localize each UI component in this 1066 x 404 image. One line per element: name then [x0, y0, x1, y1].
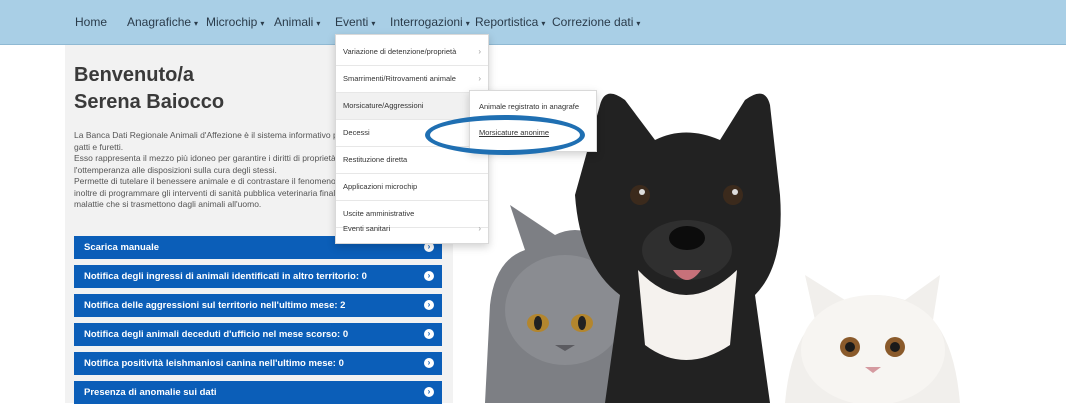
chevron-right-icon: ›: [424, 271, 434, 281]
nav-correzione-dati-label: Correzione dati: [552, 15, 634, 29]
nav-animali-label: Animali: [274, 15, 314, 29]
notifica-ingressi-bar[interactable]: Notifica degli ingressi di animali ident…: [74, 265, 442, 288]
top-navbar: Home Anagrafiche ▾ Microchip ▾ Animali ▾ Ev…: [0, 0, 1066, 45]
menu-item-eventi-sanitari[interactable]: Eventi sanitari ›: [336, 217, 488, 241]
submenu-item-animale-registrato[interactable]: Animale registrato in anagrafe: [479, 102, 579, 111]
chevron-right-icon: ›: [478, 224, 481, 233]
menu-item-morsicature[interactable]: Morsicature/Aggressioni: [336, 93, 488, 119]
caret-down-icon: ▾: [316, 19, 321, 28]
welcome-line: Benvenuto/a: [74, 64, 195, 86]
caret-down-icon: ▾: [371, 19, 376, 28]
nav-home[interactable]: Home: [75, 0, 107, 44]
notifica-deceduti-bar[interactable]: Notifica degli animali deceduti d'uffici…: [74, 323, 442, 346]
intro-line: Esso rappresenta il mezzo più idoneo per…: [74, 153, 336, 163]
menu-item-variazione-detenzione[interactable]: Variazione di detenzione/proprietà ›: [336, 39, 488, 65]
user-name: Serena Baiocco: [74, 91, 225, 113]
menu-item-label: Morsicature/Aggressioni: [343, 101, 424, 110]
menu-item-label: Variazione di detenzione/proprietà: [343, 47, 457, 56]
menu-item-smarrimenti[interactable]: Smarrimenti/Ritrovamenti animale ›: [336, 66, 488, 92]
menu-item-label: Smarrimenti/Ritrovamenti animale: [343, 74, 456, 83]
bar-label: Presenza di anomalie sui dati: [84, 387, 217, 398]
bar-label: Notifica delle aggressioni sul territori…: [84, 300, 346, 311]
chevron-right-icon: ›: [424, 358, 434, 368]
nav-home-label: Home: [75, 15, 108, 29]
chevron-right-icon: ›: [478, 74, 481, 83]
chevron-right-icon: ›: [424, 387, 434, 397]
caret-down-icon: ▾: [260, 19, 265, 28]
nav-anagrafiche[interactable]: Anagrafiche ▾: [127, 0, 198, 44]
menu-item-label: Decessi: [343, 128, 370, 137]
nav-reportistica-label: Reportistica: [475, 15, 539, 29]
intro-line: gatti e furetti.: [74, 141, 124, 152]
nav-microchip-label: Microchip: [206, 15, 258, 29]
menu-item-label: Eventi sanitari: [343, 224, 391, 233]
nav-animali[interactable]: Animali ▾: [274, 0, 320, 44]
bar-label: Notifica degli ingressi di animali ident…: [84, 271, 367, 282]
white-kitten-image: [785, 275, 960, 403]
intro-line: malattie che si trasmettono dagli animal…: [74, 199, 262, 209]
nav-correzione-dati[interactable]: Correzione dati ▾: [552, 0, 640, 44]
notifica-leishmaniosi-bar[interactable]: Notifica positività leishmaniosi canina …: [74, 352, 442, 375]
menu-item-label: Applicazioni microchip: [343, 182, 418, 191]
nav-anagrafiche-label: Anagrafiche: [127, 15, 192, 29]
highlight-circle: [425, 115, 585, 155]
chevron-right-icon: ›: [424, 329, 434, 339]
intro-text: La Banca Dati Regionale Animali d'Affezi…: [74, 130, 374, 211]
caret-down-icon: ▾: [465, 19, 470, 28]
notifica-aggressioni-bar[interactable]: Notifica delle aggressioni sul territori…: [74, 294, 442, 317]
nav-interrogazioni-label: Interrogazioni: [390, 15, 463, 29]
chevron-right-icon: ›: [424, 300, 434, 310]
caret-down-icon: ▾: [636, 19, 641, 28]
intro-line: La Banca Dati Regionale Animali d'Affezi…: [74, 130, 338, 140]
intro-line: l'ottemperanza alle disposizioni sulla c…: [74, 164, 277, 175]
caret-down-icon: ▾: [541, 19, 546, 28]
nav-microchip[interactable]: Microchip ▾: [206, 0, 264, 44]
intro-line: inoltre di programmare gli interventi di…: [74, 187, 336, 198]
bar-label: Notifica degli animali deceduti d'uffici…: [84, 329, 349, 340]
menu-item-label: Restituzione diretta: [343, 155, 408, 164]
welcome-heading: Benvenuto/a Serena Baiocco: [74, 62, 224, 116]
nav-eventi-label: Eventi: [335, 15, 369, 29]
bar-label: Scarica manuale: [84, 242, 159, 253]
caret-down-icon: ▾: [194, 19, 199, 28]
intro-line: Permette di tutelare il benessere animal…: [74, 176, 336, 186]
chevron-right-icon: ›: [478, 47, 481, 56]
bar-label: Notifica positività leishmaniosi canina …: [84, 358, 344, 369]
anomalie-dati-bar[interactable]: Presenza di anomalie sui dati ›: [74, 381, 442, 404]
menu-item-applicazioni-microchip[interactable]: Applicazioni microchip: [336, 174, 488, 200]
